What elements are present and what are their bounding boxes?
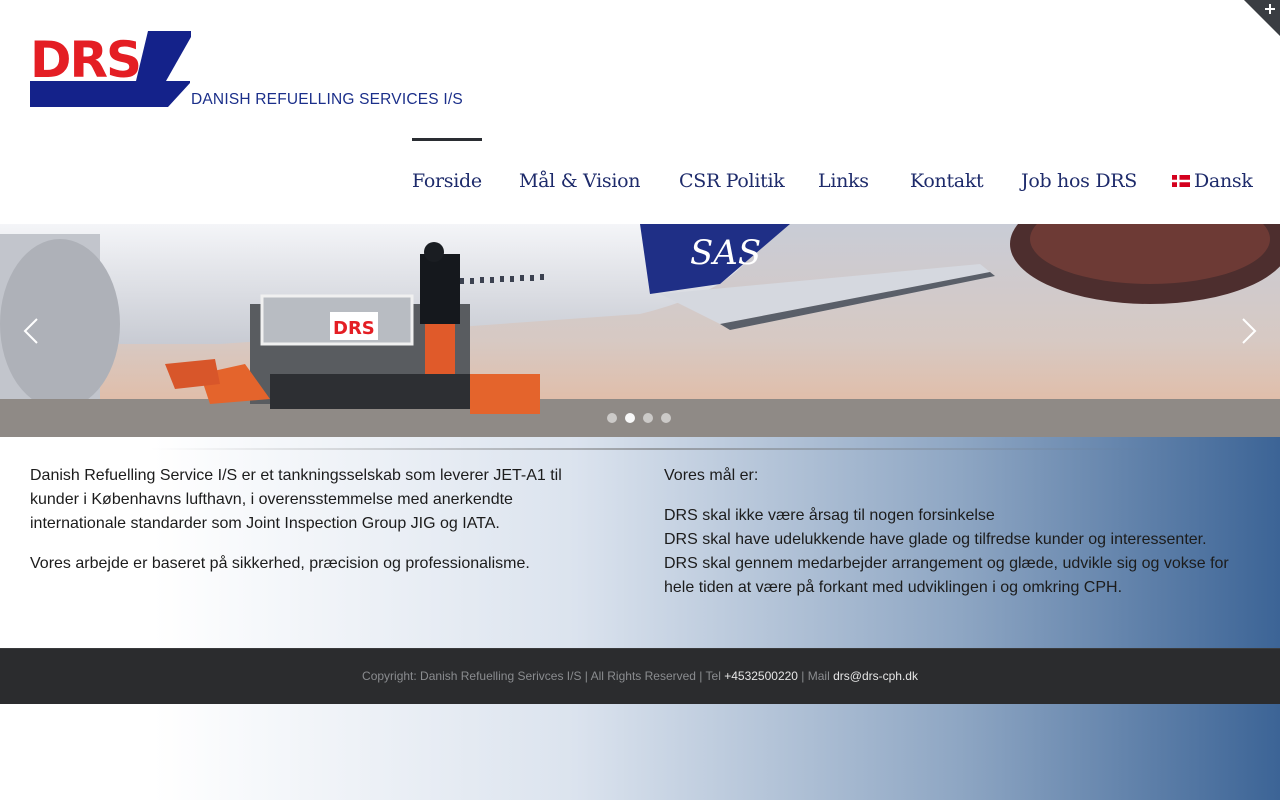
slider-dot[interactable]	[607, 413, 617, 423]
language-label: Dansk	[1194, 170, 1253, 192]
sliding-bar-toggle[interactable]	[1244, 0, 1280, 36]
chevron-left-icon	[23, 318, 38, 344]
goal-item: DRS skal gennem medarbejder arrangement …	[664, 555, 1229, 596]
truck-logo-text: DRS	[333, 318, 375, 339]
site-header: DRS DANISH REFUELLING SERVICES I/S Forsi…	[0, 0, 1280, 224]
nav-item-csr-politik[interactable]: CSR Politik	[679, 138, 785, 224]
nav-item-job-hos-drs[interactable]: Job hos DRS	[1021, 138, 1137, 224]
slider-prev-button[interactable]	[17, 316, 47, 346]
slider-next-button[interactable]	[1233, 316, 1263, 346]
logo-subtitle: DANISH REFUELLING SERVICES I/S	[191, 91, 463, 108]
values-paragraph: Vores arbejde er baseret på sikkerhed, p…	[30, 555, 530, 572]
copyright-text: Copyright: Danish Refuelling Serivces I/…	[362, 669, 725, 683]
about-column: Danish Refuelling Service I/S er et tank…	[30, 464, 570, 592]
slider-dot[interactable]	[643, 413, 653, 423]
nav-item-forside[interactable]: Forside	[412, 138, 482, 224]
goals-heading: Vores mål er:	[664, 467, 759, 484]
slider-pagination	[607, 413, 671, 423]
email-link[interactable]: drs@drs-cph.dk	[833, 669, 918, 683]
slider-dot[interactable]	[661, 413, 671, 423]
site-footer: Copyright: Danish Refuelling Serivces I/…	[0, 648, 1280, 704]
phone-link[interactable]: +4532500220	[724, 669, 798, 683]
main-navigation: Forside Mål & Vision CSR Politik Links K…	[0, 138, 1280, 224]
nav-item-language[interactable]: Dansk	[1172, 138, 1253, 224]
mail-label: | Mail	[797, 669, 834, 683]
danish-flag-icon	[1172, 175, 1190, 187]
nav-item-kontakt[interactable]: Kontakt	[910, 138, 984, 224]
nav-item-links[interactable]: Links	[818, 138, 869, 224]
nav-item-maal-vision[interactable]: Mål & Vision	[519, 138, 641, 224]
goal-item: DRS skal ikke være årsag til nogen forsi…	[664, 507, 995, 524]
goals-column: Vores mål er: DRS skal ikke være årsag t…	[664, 464, 1254, 600]
hero-slider[interactable]: SAS DRS	[0, 224, 1280, 437]
about-paragraph: Danish Refuelling Service I/S er et tank…	[30, 467, 562, 532]
logo-text: DRS	[30, 31, 140, 89]
plus-icon	[1244, 0, 1280, 36]
sas-tail-text: SAS	[690, 233, 761, 273]
slide-image-aircraft-refuelling: SAS DRS	[0, 224, 1280, 437]
goal-item: DRS skal have udelukkende have glade og …	[664, 531, 1207, 548]
chevron-right-icon	[1242, 318, 1257, 344]
section-divider	[150, 448, 1160, 450]
slider-dot-active[interactable]	[625, 413, 635, 423]
